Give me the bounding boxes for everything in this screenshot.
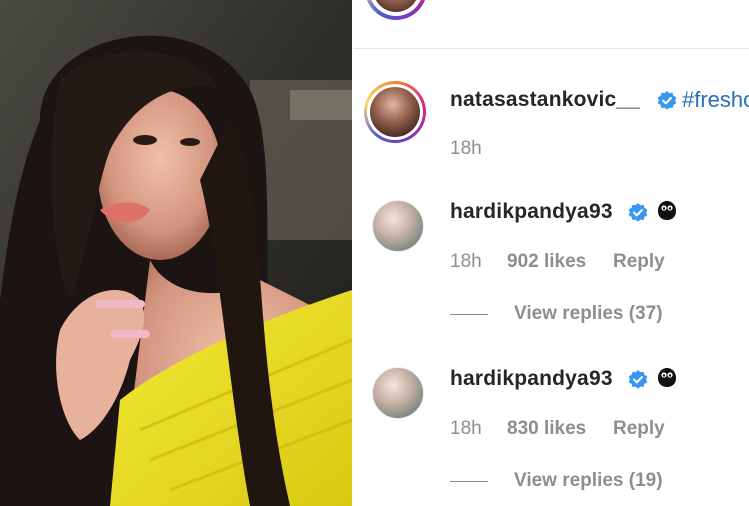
replies-line bbox=[450, 314, 488, 315]
reply-button[interactable]: Reply bbox=[613, 418, 665, 440]
comment-likes[interactable]: 902 likes bbox=[507, 251, 586, 273]
caption-hashtag[interactable]: #fresho bbox=[682, 87, 749, 113]
selfie-image bbox=[0, 0, 352, 506]
view-replies-button[interactable]: View replies (19) bbox=[514, 470, 663, 492]
caption-username[interactable]: natasastankovic__ bbox=[450, 88, 640, 112]
comment-avatar[interactable] bbox=[372, 367, 424, 419]
header-separator bbox=[354, 48, 749, 49]
dark-face-emoji-icon bbox=[658, 368, 676, 387]
comment-likes[interactable]: 830 likes bbox=[507, 418, 586, 440]
comment-username[interactable]: hardikpandya93 bbox=[450, 367, 613, 391]
comments-panel: natasastankovic__ #fresho 18h hardikpand… bbox=[354, 0, 749, 506]
verified-badge-icon bbox=[628, 370, 648, 389]
comment-time: 18h bbox=[450, 251, 482, 272]
view-replies-button[interactable]: View replies (37) bbox=[514, 303, 663, 325]
comment-username[interactable]: hardikpandya93 bbox=[450, 200, 613, 224]
reply-button[interactable]: Reply bbox=[613, 251, 665, 273]
comment-avatar[interactable] bbox=[372, 200, 424, 252]
verified-badge-icon bbox=[657, 91, 677, 110]
post-photo bbox=[0, 0, 352, 506]
caption-avatar[interactable] bbox=[364, 81, 426, 143]
avatar-image bbox=[370, 87, 420, 137]
caption-time: 18h bbox=[450, 138, 482, 159]
dark-face-emoji-icon bbox=[658, 201, 676, 220]
comment-time: 18h bbox=[450, 418, 482, 439]
verified-badge-icon bbox=[628, 203, 648, 222]
replies-line bbox=[450, 481, 488, 482]
post-author-avatar[interactable] bbox=[365, 0, 427, 20]
